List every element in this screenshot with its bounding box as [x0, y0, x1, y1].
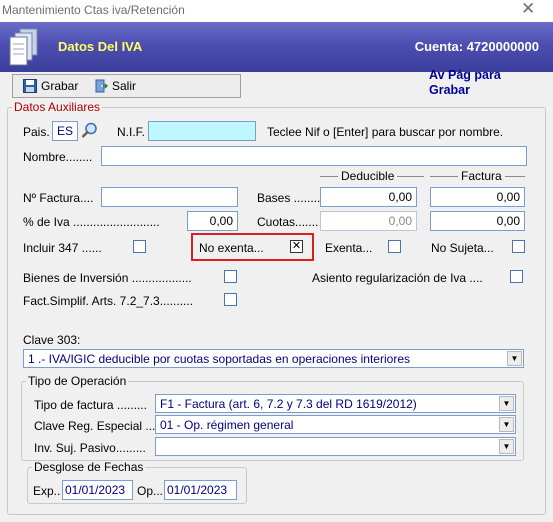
- tipo-operacion-legend: Tipo de Operación: [28, 374, 127, 388]
- salir-label: Salir: [112, 79, 137, 93]
- inv-suj-pasivo-label: Inv. Suj. Pasivo.........: [34, 441, 146, 455]
- desglose-fechas-legend: Desglose de Fechas: [34, 460, 144, 474]
- clave303-select[interactable]: 1 .- IVA/IGIC deducible por cuotas sopor…: [23, 349, 524, 368]
- clave-reg-select[interactable]: 01 - Op. régimen general ▼: [155, 415, 516, 434]
- document-stack-icon: [9, 28, 38, 66]
- no-exenta-label: No exenta...: [199, 241, 264, 255]
- bienes-inversion-label: Bienes de Inversión ..................: [23, 271, 192, 285]
- clave303-label: Clave 303:: [23, 333, 81, 347]
- piva-input[interactable]: 0,00: [187, 211, 238, 231]
- bases-deducible-input[interactable]: 0,00: [320, 187, 417, 207]
- asiento-regularizacion-label: Asiento regularización de Iva ....: [312, 271, 483, 285]
- cuotas-label: Cuotas.......: [257, 215, 319, 229]
- inv-suj-pasivo-select[interactable]: ▼: [155, 437, 516, 456]
- nombre-label: Nombre........: [23, 150, 93, 164]
- fact-simplif-checkbox[interactable]: [224, 293, 237, 306]
- tipo-factura-label: Tipo de factura .........: [34, 398, 147, 412]
- chevron-down-icon[interactable]: ▼: [499, 417, 514, 432]
- deducible-header: Deducible: [338, 169, 398, 183]
- grabar-label: Grabar: [41, 79, 79, 93]
- salir-button[interactable]: Salir: [94, 77, 136, 95]
- exenta-checkbox[interactable]: [388, 240, 401, 253]
- datos-auxiliares-legend: Datos Auxiliares: [14, 100, 101, 114]
- nif-input[interactable]: [148, 121, 256, 141]
- nfactura-input[interactable]: [101, 187, 238, 207]
- factura-header: Factura: [458, 169, 505, 183]
- section-title: Datos Del IVA: [58, 39, 143, 54]
- header-banner: Datos Del IVA Cuenta: 4720000000: [0, 22, 553, 72]
- account-label: Cuenta: 4720000000: [414, 39, 539, 54]
- exp-label: Exp..: [33, 484, 61, 498]
- clave-reg-value: 01 - Op. régimen general: [160, 418, 294, 432]
- incluir-347-checkbox[interactable]: [133, 240, 146, 253]
- clave-reg-label: Clave Reg. Especial ....: [34, 419, 159, 433]
- no-sujeta-label: No Sujeta...: [431, 241, 494, 255]
- tipo-factura-value: F1 - Factura (art. 6, 7.2 y 7.3 del RD 1…: [160, 397, 417, 411]
- exp-date-input[interactable]: 01/01/2023: [62, 480, 133, 500]
- fact-simplif-label: Fact.Simplif. Arts. 7.2_7.3..........: [23, 294, 194, 308]
- chevron-down-icon[interactable]: ▼: [499, 396, 514, 411]
- bienes-inversion-checkbox[interactable]: [224, 270, 237, 283]
- no-exenta-checkbox[interactable]: ✕: [290, 240, 303, 253]
- op-label: Op...: [137, 484, 164, 498]
- pais-label: Pais.: [23, 125, 50, 139]
- asiento-regularizacion-checkbox[interactable]: [510, 270, 523, 283]
- nif-search-hint: Teclee Nif o [Enter] para buscar por nom…: [267, 125, 504, 139]
- toolbar: Grabar Salir: [12, 74, 241, 98]
- close-icon[interactable]: ✕: [521, 0, 535, 19]
- chevron-down-icon[interactable]: ▼: [499, 439, 514, 454]
- nombre-input[interactable]: [101, 146, 527, 166]
- search-icon[interactable]: [81, 122, 98, 139]
- nif-label: N.I.F.: [117, 125, 146, 139]
- exit-door-icon: [95, 79, 108, 93]
- exenta-label: Exenta...: [325, 241, 373, 255]
- pais-input[interactable]: ES: [52, 121, 78, 141]
- piva-label: % de Iva ..........................: [23, 215, 160, 229]
- title-bar: Mantenimiento Ctas iva/Retención ✕: [0, 0, 553, 22]
- save-icon: [23, 79, 37, 93]
- tipo-factura-select[interactable]: F1 - Factura (art. 6, 7.2 y 7.3 del RD 1…: [155, 394, 516, 413]
- incluir-347-label: Incluir 347 ......: [23, 241, 102, 255]
- bases-label: Bases ........: [257, 191, 321, 205]
- window-title: Mantenimiento Ctas iva/Retención: [2, 3, 185, 17]
- grabar-button[interactable]: Grabar: [23, 77, 78, 95]
- chevron-down-icon[interactable]: ▼: [507, 351, 522, 366]
- nfactura-label: Nº Factura....: [23, 191, 94, 205]
- cuotas-deducible-input[interactable]: 0,00: [320, 211, 417, 231]
- op-date-input[interactable]: 01/01/2023: [164, 480, 237, 500]
- cuotas-factura-input[interactable]: 0,00: [430, 211, 525, 231]
- no-sujeta-checkbox[interactable]: [512, 240, 525, 253]
- save-hint: Av Pág para Grabar: [429, 68, 501, 97]
- clave303-value: 1 .- IVA/IGIC deducible por cuotas sopor…: [28, 352, 410, 366]
- bases-factura-input[interactable]: 0,00: [430, 187, 525, 207]
